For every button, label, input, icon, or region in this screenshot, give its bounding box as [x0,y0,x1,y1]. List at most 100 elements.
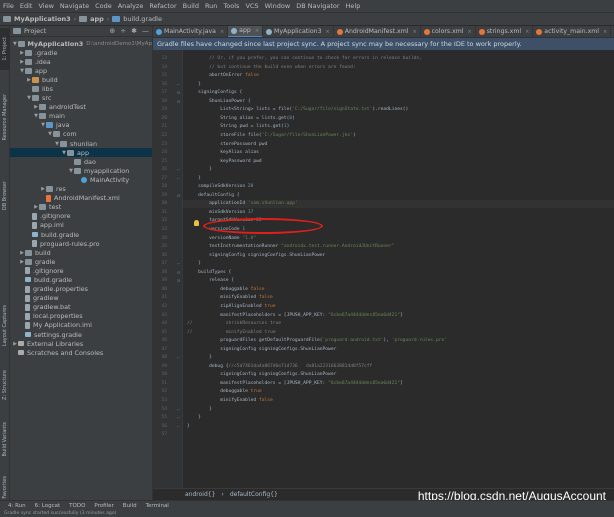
collapse-icon[interactable]: ÷ [120,27,126,35]
code-line[interactable]: storePassword pwd [187,142,267,147]
code-line[interactable]: signingConfig signingConfigs.ShunLianPow… [187,253,325,258]
code-line[interactable]: String alias = lists.get(0) [187,116,295,121]
code-line[interactable]: minifyEnabled false [187,295,273,300]
menu-navigate[interactable]: Navigate [60,2,89,10]
tool-tab-build-variants[interactable]: Build Variants [0,416,10,462]
code-line[interactable]: } [187,176,201,181]
menu-tools[interactable]: Tools [223,2,239,10]
tool-tab-structure[interactable]: Z: Structure [0,364,10,406]
close-tab-icon[interactable]: × [326,29,330,35]
lightbulb-icon[interactable] [194,220,199,226]
tree-item[interactable]: app.iml [10,221,152,230]
logcat-tool-button[interactable]: 6: Logcat [35,503,60,509]
tree-item[interactable]: ▶ .gradle [10,48,152,57]
fold-marker-icon[interactable]: ⊟ [177,193,181,198]
fold-marker-icon[interactable]: ⌐ [177,424,181,429]
code-line[interactable]: } [187,82,201,87]
menu-db-navigator[interactable]: DB Navigator [296,2,339,10]
tree-item[interactable]: My Application.iml [10,321,152,330]
code-line[interactable]: manifestPlaceholders = [JPUSH_APP_KEY: "… [187,313,403,318]
code-line[interactable]: } [187,167,212,172]
tree-item[interactable]: ▼ app [10,66,152,75]
tree-item[interactable]: Scratches and Consoles [10,348,152,357]
tree-item[interactable]: ▼ myapplication [10,166,152,175]
menu-analyze[interactable]: Analyze [118,2,144,10]
fold-marker-icon[interactable]: ⌐ [177,261,181,266]
code-line[interactable]: // minifyEnabled true [187,330,276,335]
tool-tab-layout-captures[interactable]: Layout Captures [0,298,10,354]
code-line[interactable]: defaultConfig { [187,193,240,198]
close-tab-icon[interactable]: × [525,29,529,35]
globe-icon[interactable]: ⊕ [109,27,115,35]
code-line[interactable]: debug {//c5d7461da4a867d6e71d736 da81a22… [187,364,372,369]
todo-tool-button[interactable]: TODO [69,503,85,509]
code-line[interactable]: versionName "1.0" [187,236,256,241]
code-line[interactable]: applicationId 'com.shunlian.app' [187,201,298,206]
code-line[interactable]: // but continue the build even when erro… [187,65,356,70]
close-tab-icon[interactable]: × [255,28,259,34]
code-line[interactable]: String pwd = lists.get(1) [187,124,289,129]
tree-item[interactable]: ▶ res [10,185,152,194]
tree-item[interactable]: libs [10,84,152,93]
tree-item[interactable]: build.gradle [10,230,152,239]
code-line[interactable]: minSdkVersion 17 [187,210,253,215]
code-line[interactable]: buildTypes { [187,270,231,275]
tree-item[interactable]: ▼ MyApplication3 D:\androidDemo1\MyAp [10,39,152,48]
tree-item[interactable]: ▶ .idea [10,57,152,66]
tool-tab-db-browser[interactable]: DB Browser [0,172,10,220]
fold-marker-icon[interactable]: ⊟ [177,278,181,283]
menu-code[interactable]: Code [95,2,112,10]
code-line[interactable]: signingConfig signingConfigs.ShunLianPow… [187,347,336,352]
fold-marker-icon[interactable]: ⌐ [177,355,181,360]
code-line[interactable]: } [187,261,201,266]
code-area[interactable]: // Or, if you prefer, you can continue t… [183,50,614,488]
tree-item[interactable]: local.properties [10,312,152,321]
editor-tab[interactable]: activity_main.xml × [533,26,612,37]
breadcrumb-file[interactable]: build.gradle [123,15,162,23]
code-line[interactable]: debuggable true [187,389,262,394]
breadcrumb-default-config[interactable]: defaultConfig{} [230,491,278,498]
code-line[interactable]: keyPassword pwd [187,159,262,164]
tree-item[interactable]: ▼ main [10,112,152,121]
project-panel-title[interactable]: Project [24,27,46,35]
breadcrumb-android[interactable]: android{} [185,491,215,498]
menu-refactor[interactable]: Refactor [149,2,176,10]
fold-marker-icon[interactable]: ⌐ [177,407,181,412]
code-line[interactable]: // Or, if you prefer, you can continue t… [187,56,422,61]
tree-item[interactable]: AndroidManifest.xml [10,194,152,203]
menu-window[interactable]: Window [265,2,291,10]
tree-item[interactable]: ▶ build [10,75,152,84]
build-tool-button[interactable]: Build [123,503,137,509]
expand-arrow-icon[interactable]: ▼ [12,41,18,47]
code-line[interactable]: } [187,415,201,420]
code-line[interactable]: ShunLianPower { [187,99,251,104]
fold-marker-icon[interactable]: ⌐ [177,176,181,181]
menu-view[interactable]: View [38,2,53,10]
menu-run[interactable]: Run [205,2,217,10]
tree-item[interactable]: gradlew [10,294,152,303]
code-line[interactable]: zipAlignEnabled true [187,304,275,309]
fold-marker-icon[interactable]: ⌐ [177,82,181,87]
tree-item[interactable]: ▶ test [10,203,152,212]
tool-tab-resource-manager[interactable]: Resource Manager [0,86,10,148]
code-editor[interactable]: 13 14 15 16 ⌐ 17 ⊟ 18 ⊟ 19 20 21 22 23 24 25 26 ⌐ 27 ⌐ 28 29 ⊟… [153,50,614,488]
code-line[interactable]: } [187,407,212,412]
code-line[interactable]: storeFile file('C:/Sugar/file/ShunLianPo… [187,133,356,138]
code-line[interactable]: testInstrumentationRunner "androidx.test… [187,244,394,249]
close-tab-icon[interactable]: × [220,29,224,35]
tree-item[interactable]: ▼ com [10,130,152,139]
tree-item[interactable]: ▼ app [10,148,152,158]
code-line[interactable]: } [187,424,190,429]
close-tab-icon[interactable]: × [412,29,416,35]
code-line[interactable]: release { [187,278,234,283]
tree-item[interactable]: dao [10,157,152,166]
gear-icon[interactable]: ✱ [131,27,137,35]
tree-item[interactable]: ▼ shunlian [10,139,152,148]
tree-item[interactable]: gradlew.bat [10,303,152,312]
terminal-tool-button[interactable]: Terminal [146,503,169,509]
tree-item[interactable]: proguard-rules.pro [10,239,152,248]
code-line[interactable]: signingConfig signingConfigs.ShunLianPow… [187,372,336,377]
run-tool-button[interactable]: 4: Run [8,503,26,509]
editor-tab[interactable]: AndroidManifest.xml × [334,26,421,37]
breadcrumb-project[interactable]: MyApplication3 [14,15,71,23]
